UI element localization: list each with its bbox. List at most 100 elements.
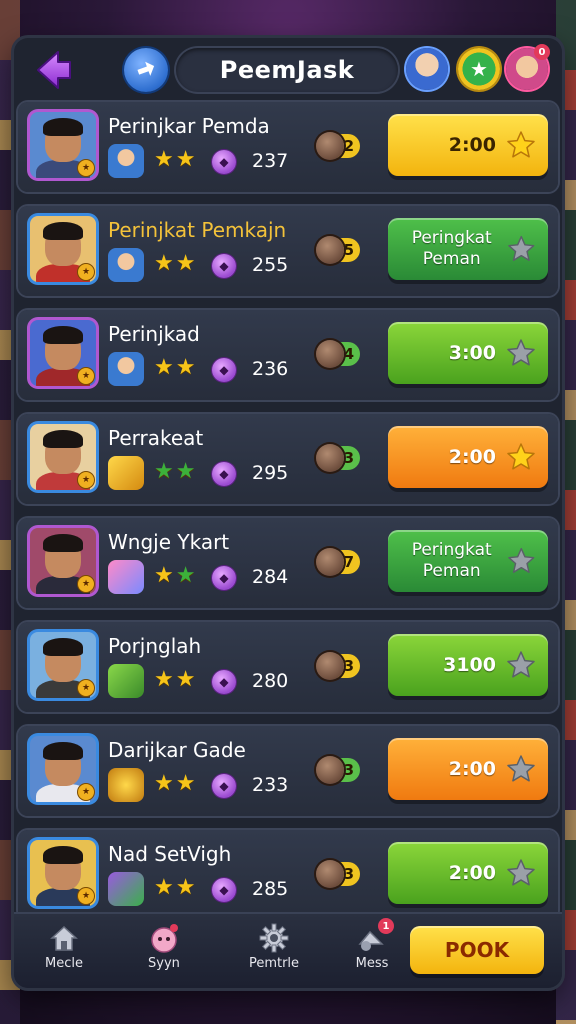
- leaderboard-row[interactable]: ★ Darijkar Gade ★ ★ ◆ 233 3 2:00: [18, 726, 558, 816]
- coin-icon: [316, 756, 344, 784]
- share-button[interactable]: [124, 48, 168, 92]
- notification-badge: 0: [534, 44, 550, 60]
- gem-icon: ◆: [212, 774, 236, 798]
- gem-icon: ◆: [212, 670, 236, 694]
- star-icon: ★: [175, 563, 196, 588]
- leaderboard-row[interactable]: ★ Wngje Ykart ★ ★ ◆ 284 7 Peringkat Peman: [18, 518, 558, 608]
- nav-character-label: Syyn: [148, 956, 180, 971]
- rank-medal-icon: ★: [78, 680, 94, 696]
- rank-medal-icon: ★: [78, 888, 94, 904]
- player-name: Perinjkar Pemda: [108, 114, 270, 138]
- back-button[interactable]: [30, 48, 74, 92]
- level-badge: 3: [316, 860, 362, 888]
- level-badge: 4: [316, 340, 362, 368]
- grey-star-icon: [508, 235, 535, 261]
- leaderboard-row[interactable]: ★ Perrakeat ★ ★ ◆ 295 3 2:00: [18, 414, 558, 504]
- gold-pile-icon: [108, 768, 144, 802]
- player-avatar[interactable]: [406, 48, 448, 90]
- star-icon: ★: [175, 771, 196, 796]
- player-score: 233: [252, 774, 289, 796]
- action-button[interactable]: Peringkat Peman: [388, 530, 548, 592]
- star-icon: ★: [175, 459, 196, 484]
- profile-avatar[interactable]: 0: [506, 44, 550, 90]
- rating-stars: ★ ★: [154, 356, 195, 380]
- character-icon: [108, 144, 144, 178]
- gold-star-icon: [507, 443, 535, 470]
- rating-stars: ★ ★: [154, 460, 195, 484]
- nav-messages[interactable]: 1 Mess: [332, 918, 412, 980]
- level-badge: 2: [316, 132, 362, 160]
- rating-stars: ★ ★: [154, 772, 195, 796]
- leaderboard-row[interactable]: ★ Perinjkad ★ ★ ◆ 236 4 3:00: [18, 310, 558, 400]
- player-avatar[interactable]: ★: [30, 736, 96, 802]
- pook-button[interactable]: POOK: [410, 926, 544, 974]
- action-button-label: 3100: [443, 654, 496, 676]
- action-button[interactable]: Peringkat Peman: [388, 218, 548, 280]
- gold-star-icon: [507, 131, 535, 158]
- star-icon: ★: [175, 875, 196, 900]
- player-avatar[interactable]: ★: [30, 840, 96, 906]
- player-name: Perrakeat: [108, 426, 204, 450]
- leaderboard-row[interactable]: ★ Perinjkat Pemkajn ★ ★ ◆ 255 5 Peringkat Peman: [18, 206, 558, 296]
- coin-icon: [316, 444, 344, 472]
- chevron-left-icon: [37, 51, 71, 89]
- action-button[interactable]: 2:00: [388, 426, 548, 488]
- action-button[interactable]: 2:00: [388, 114, 548, 176]
- rank-medal-icon: ★: [78, 160, 94, 176]
- coin-icon: [316, 340, 344, 368]
- player-avatar[interactable]: ★: [30, 320, 96, 386]
- leaderboard-row[interactable]: ★ Nad SetVigh ★ ★ ◆ 285 3 2:00: [18, 830, 558, 920]
- action-button-label: 3:00: [448, 342, 496, 364]
- page-title: PeemJask: [176, 48, 398, 92]
- gem-icon: ◆: [212, 150, 236, 174]
- coin-icon: [316, 548, 344, 576]
- star-icon: ★: [154, 355, 174, 380]
- player-name: Perinjkat Pemkajn: [108, 218, 287, 242]
- action-button[interactable]: 3100: [388, 634, 548, 696]
- nav-home[interactable]: Mecle: [24, 922, 104, 980]
- player-score: 284: [252, 566, 289, 588]
- star-coin-icon[interactable]: ★: [458, 48, 500, 90]
- player-avatar[interactable]: ★: [30, 528, 96, 594]
- rank-medal-icon: ★: [78, 472, 94, 488]
- cash-icon: [108, 664, 144, 698]
- action-button[interactable]: 2:00: [388, 842, 548, 904]
- nav-home-label: Mecle: [45, 956, 83, 971]
- star-icon: ★: [154, 563, 174, 588]
- coin-icon: [316, 860, 344, 888]
- gold-bar-icon: [108, 456, 144, 490]
- grey-star-icon: [507, 651, 535, 678]
- player-score: 280: [252, 670, 289, 692]
- action-button-label: Peringkat Peman: [411, 228, 492, 269]
- rank-medal-icon: ★: [78, 576, 94, 592]
- player-score: 295: [252, 462, 289, 484]
- message-count-badge: 1: [378, 918, 394, 934]
- nav-character[interactable]: Syyn: [124, 922, 204, 980]
- action-button[interactable]: 3:00: [388, 322, 548, 384]
- player-avatar[interactable]: ★: [30, 632, 96, 698]
- rating-stars: ★ ★: [154, 564, 195, 588]
- player-avatar[interactable]: ★: [30, 216, 96, 282]
- leaderboard-row[interactable]: ★ Porjnglah ★ ★ ◆ 280 3 3100: [18, 622, 558, 712]
- player-score: 285: [252, 878, 289, 900]
- leaderboard-row[interactable]: ★ Perinjkar Pemda ★ ★ ◆ 237 2 2:00: [18, 102, 558, 192]
- action-button[interactable]: 2:00: [388, 738, 548, 800]
- coin-icon: [316, 132, 344, 160]
- player-name: Darijkar Gade: [108, 738, 246, 762]
- level-badge: 3: [316, 444, 362, 472]
- star-icon: ★: [154, 251, 174, 276]
- star-icon: ★: [154, 147, 174, 172]
- nav-messages-label: Mess: [355, 956, 389, 971]
- action-button-label: 2:00: [448, 862, 496, 884]
- star-icon: ★: [175, 667, 196, 692]
- nav-settings[interactable]: Pemtrle: [234, 922, 314, 980]
- player-avatar[interactable]: ★: [30, 112, 96, 178]
- star-icon: ★: [154, 771, 174, 796]
- player-avatar[interactable]: ★: [30, 424, 96, 490]
- rating-stars: ★ ★: [154, 148, 195, 172]
- character-icon: [148, 922, 180, 954]
- character-icon: [108, 248, 144, 282]
- action-button-label: 2:00: [448, 134, 496, 156]
- candy-icon: [108, 560, 144, 594]
- rank-medal-icon: ★: [78, 368, 94, 384]
